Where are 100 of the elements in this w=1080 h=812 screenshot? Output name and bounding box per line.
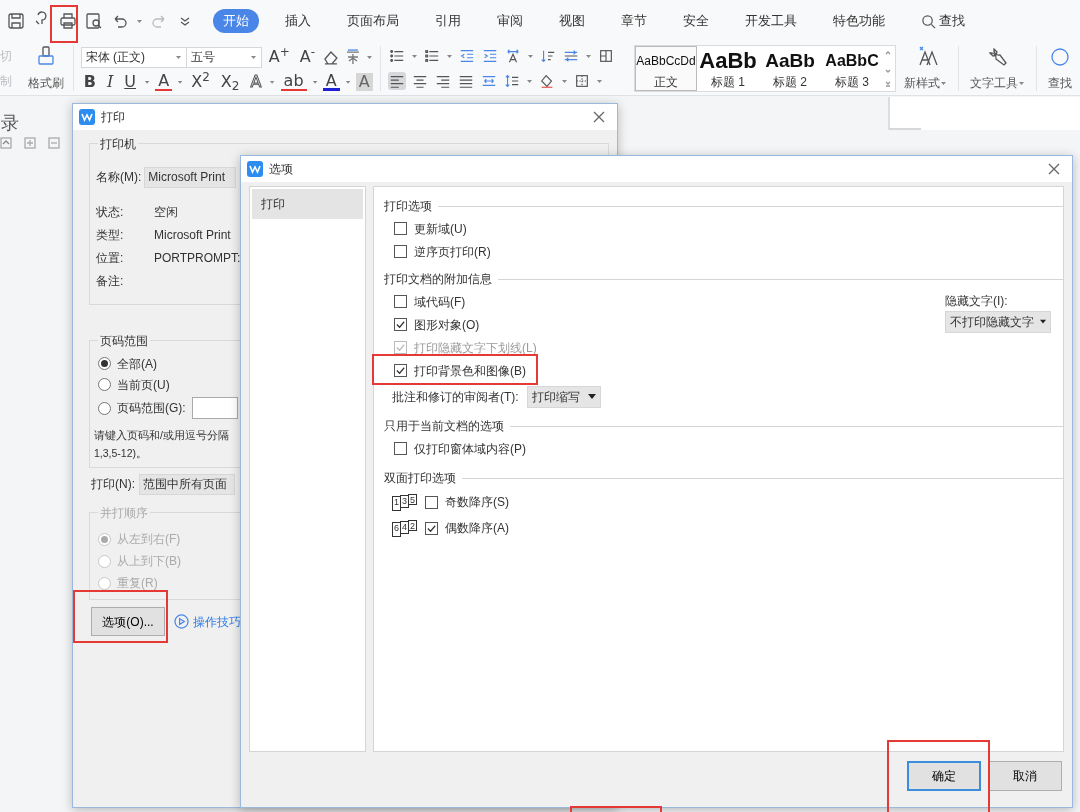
checkbox[interactable] bbox=[394, 245, 407, 258]
ribbon-tab[interactable]: 审阅 bbox=[487, 9, 533, 33]
field-label: 备注: bbox=[96, 272, 125, 290]
group-title: 页码范围 bbox=[98, 332, 150, 350]
ribbon-tab[interactable]: 引用 bbox=[425, 9, 471, 33]
group-title: 打印机 bbox=[98, 135, 138, 153]
radio-option[interactable]: 当前页(U) bbox=[98, 375, 170, 394]
hint-text: 请键入页码和/或用逗号分隔 bbox=[94, 429, 229, 441]
app-logo-icon bbox=[247, 161, 263, 177]
find-button[interactable]: 查找 bbox=[1040, 42, 1080, 95]
checkbox-label: 奇数降序(S) bbox=[445, 494, 509, 511]
checkbox-label: 更新域(U) bbox=[414, 220, 467, 238]
align-left-icon[interactable] bbox=[387, 71, 406, 90]
ribbon-tab[interactable]: 插入 bbox=[275, 9, 321, 33]
font-button[interactable]: A$^{+}$ bbox=[265, 48, 293, 66]
radio-option[interactable]: 全部(A) bbox=[98, 354, 157, 373]
options-button[interactable]: 选项(O)... bbox=[91, 607, 165, 636]
checkbox[interactable] bbox=[394, 442, 407, 455]
play-icon[interactable] bbox=[174, 614, 189, 629]
collapse-icon[interactable] bbox=[0, 137, 12, 149]
highlight-frame bbox=[50, 5, 78, 43]
group-title: 并打顺序 bbox=[98, 504, 150, 522]
ribbon-tab[interactable]: 页面布局 bbox=[337, 9, 409, 33]
style-preset[interactable]: AaBb 标题 1 bbox=[697, 46, 759, 91]
cancel-button[interactable]: 取消 bbox=[988, 761, 1062, 791]
checkbox-label: 图形对象(O) bbox=[414, 316, 480, 334]
close-icon[interactable] bbox=[1048, 163, 1060, 175]
page-range-input[interactable] bbox=[191, 397, 238, 419]
text-tools-button[interactable]: 文字工具 bbox=[962, 42, 1033, 95]
radio-option: 重复(R) bbox=[98, 574, 158, 592]
save-icon[interactable] bbox=[6, 11, 26, 31]
minus-icon[interactable] bbox=[48, 137, 60, 149]
checkbox[interactable] bbox=[394, 222, 407, 235]
ribbon-tab[interactable]: 章节 bbox=[611, 9, 657, 33]
font-button[interactable]: A bbox=[355, 72, 373, 91]
printer-dropdown[interactable]: Microsoft Print bbox=[144, 166, 237, 188]
reviewer-dropdown[interactable]: 打印缩写 bbox=[526, 386, 601, 408]
field-label: 名称(M): bbox=[96, 169, 142, 186]
format-painter-button[interactable]: 格式刷 bbox=[21, 42, 70, 95]
field-value: Microsoft Print bbox=[154, 226, 231, 244]
search-tab[interactable]: 查找 bbox=[911, 9, 975, 33]
font-button[interactable]: X$^{2}$ bbox=[188, 72, 213, 91]
print-scope-dropdown[interactable]: 范围中所有页面 bbox=[139, 473, 235, 495]
checkbox[interactable] bbox=[394, 295, 407, 308]
font-button[interactable]: I bbox=[103, 72, 117, 91]
dialog-title: 打印 bbox=[101, 109, 125, 126]
plus-icon[interactable] bbox=[24, 137, 36, 149]
font-button[interactable]: X$_{2}$ bbox=[217, 72, 243, 91]
duplex-pages-drawing: 6 4 2 bbox=[392, 519, 417, 537]
print-icon[interactable] bbox=[58, 11, 78, 31]
field-label: 打印(N): bbox=[91, 476, 135, 493]
checkbox-label: 逆序页打印(R) bbox=[414, 243, 491, 261]
ribbon-tab[interactable]: 视图 bbox=[549, 9, 595, 33]
font-button[interactable]: B bbox=[80, 72, 99, 91]
dialog-title: 选项 bbox=[269, 161, 293, 178]
checkbox-label: 域代码(F) bbox=[414, 293, 466, 311]
section-heading: 打印选项 bbox=[384, 198, 432, 215]
checkbox[interactable] bbox=[394, 318, 407, 331]
app-logo-icon bbox=[79, 109, 95, 125]
ribbon-tab[interactable]: 开发工具 bbox=[735, 9, 807, 33]
tips-link[interactable]: 操作技巧 bbox=[193, 612, 241, 631]
font-dropdown[interactable]: 宋体 (正文) bbox=[80, 46, 188, 68]
ribbon-tab[interactable]: 特色功能 bbox=[823, 9, 895, 33]
field-value: 空闲 bbox=[154, 203, 178, 221]
style-preset[interactable]: AaBbC 标题 3 bbox=[821, 46, 883, 91]
options-nav-item[interactable]: 打印 bbox=[252, 189, 363, 219]
checkbox[interactable] bbox=[425, 521, 438, 535]
radio-option[interactable]: 页码范围(G): bbox=[98, 399, 186, 417]
ribbon-tab[interactable]: 开始 bbox=[213, 9, 259, 33]
field-label: 状态: bbox=[96, 203, 125, 221]
field-value: PORTPROMPT: bbox=[154, 249, 241, 267]
dropdown-arrow-icon bbox=[1040, 319, 1046, 325]
font-button[interactable]: A$^{-}$ bbox=[296, 48, 318, 66]
dropdown-arrow-icon bbox=[587, 394, 596, 400]
checkbox-label: 打印背景色和图像(B) bbox=[414, 362, 526, 380]
search-icon bbox=[921, 13, 936, 29]
style-preset[interactable]: AaBbCcDd 正文 bbox=[635, 46, 697, 91]
nav-pane-title: 录 bbox=[1, 112, 20, 135]
font-button[interactable]: U bbox=[121, 72, 139, 91]
field-label: 隐藏文字(I): bbox=[945, 293, 1009, 310]
field-label: 批注和修订的审阅者(T): bbox=[392, 389, 519, 406]
field-label: 位置: bbox=[96, 249, 125, 267]
section-heading: 双面打印选项 bbox=[384, 470, 456, 487]
radio-option: 从左到右(F) bbox=[98, 530, 181, 548]
ok-button[interactable]: 确定 bbox=[907, 761, 981, 791]
font-button[interactable]: A bbox=[322, 72, 340, 91]
checkbox[interactable] bbox=[394, 364, 407, 377]
font-size-dropdown[interactable]: 五号 bbox=[186, 46, 262, 68]
duplex-pages-drawing: 1 3 5 bbox=[392, 493, 417, 511]
font-button[interactable]: ab bbox=[280, 72, 307, 91]
checkbox[interactable] bbox=[425, 495, 438, 509]
ribbon-tab[interactable]: 安全 bbox=[673, 9, 719, 33]
field-label: 类型: bbox=[96, 226, 125, 244]
preview-icon[interactable] bbox=[84, 11, 104, 31]
hidden-text-dropdown[interactable]: 不打印隐藏文字 bbox=[945, 311, 1051, 333]
close-icon[interactable] bbox=[593, 111, 605, 123]
font-button[interactable]: A bbox=[155, 72, 173, 91]
new-style-button[interactable]: 新样式 bbox=[896, 42, 955, 95]
style-preset[interactable]: AaBb 标题 2 bbox=[759, 46, 821, 91]
section-heading: 只用于当前文档的选项 bbox=[384, 418, 504, 435]
